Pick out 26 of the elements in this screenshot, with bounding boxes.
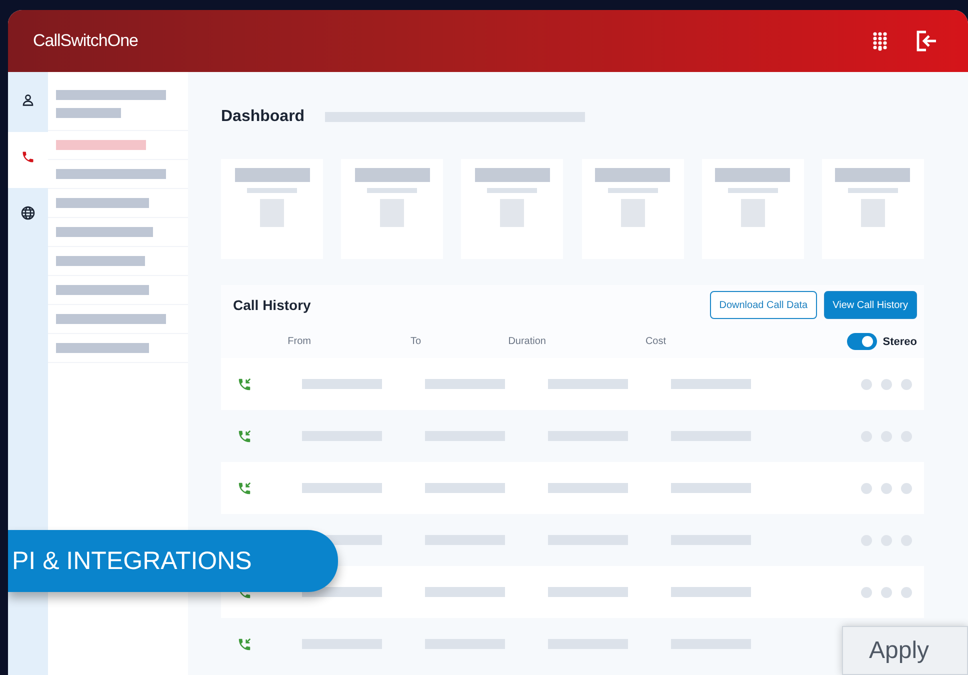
apply-button[interactable]: Apply <box>842 626 968 675</box>
column-header: From <box>288 336 311 347</box>
person-icon <box>22 94 34 106</box>
download-button[interactable]: Download Call Data <box>710 291 817 319</box>
view-button[interactable]: View Call History <box>824 291 917 319</box>
logout-icon[interactable] <box>916 30 938 52</box>
stereo-toggle[interactable] <box>846 333 877 350</box>
incoming-call-icon <box>237 376 252 392</box>
phone-icon <box>21 150 35 164</box>
incoming-call-icon <box>237 480 252 496</box>
more-icon[interactable] <box>861 586 912 598</box>
brand-logo: CallSwitchOne <box>33 31 139 51</box>
incoming-call-icon <box>237 428 252 444</box>
column-header: Cost <box>645 336 666 347</box>
more-icon[interactable] <box>861 378 912 390</box>
incoming-call-icon <box>237 636 252 652</box>
more-icon[interactable] <box>861 482 912 494</box>
column-header: To <box>410 336 421 347</box>
globe-icon <box>21 206 35 220</box>
feature-banner: PI & INTEGRATIONS <box>8 530 338 592</box>
section-title: Call History <box>233 297 312 313</box>
column-header: Duration <box>508 336 546 347</box>
placeholder-bar <box>56 108 121 118</box>
dialpad-icon[interactable] <box>872 31 888 51</box>
toggle-label: Stereo <box>882 336 917 348</box>
page-title: Dashboard <box>221 108 305 126</box>
